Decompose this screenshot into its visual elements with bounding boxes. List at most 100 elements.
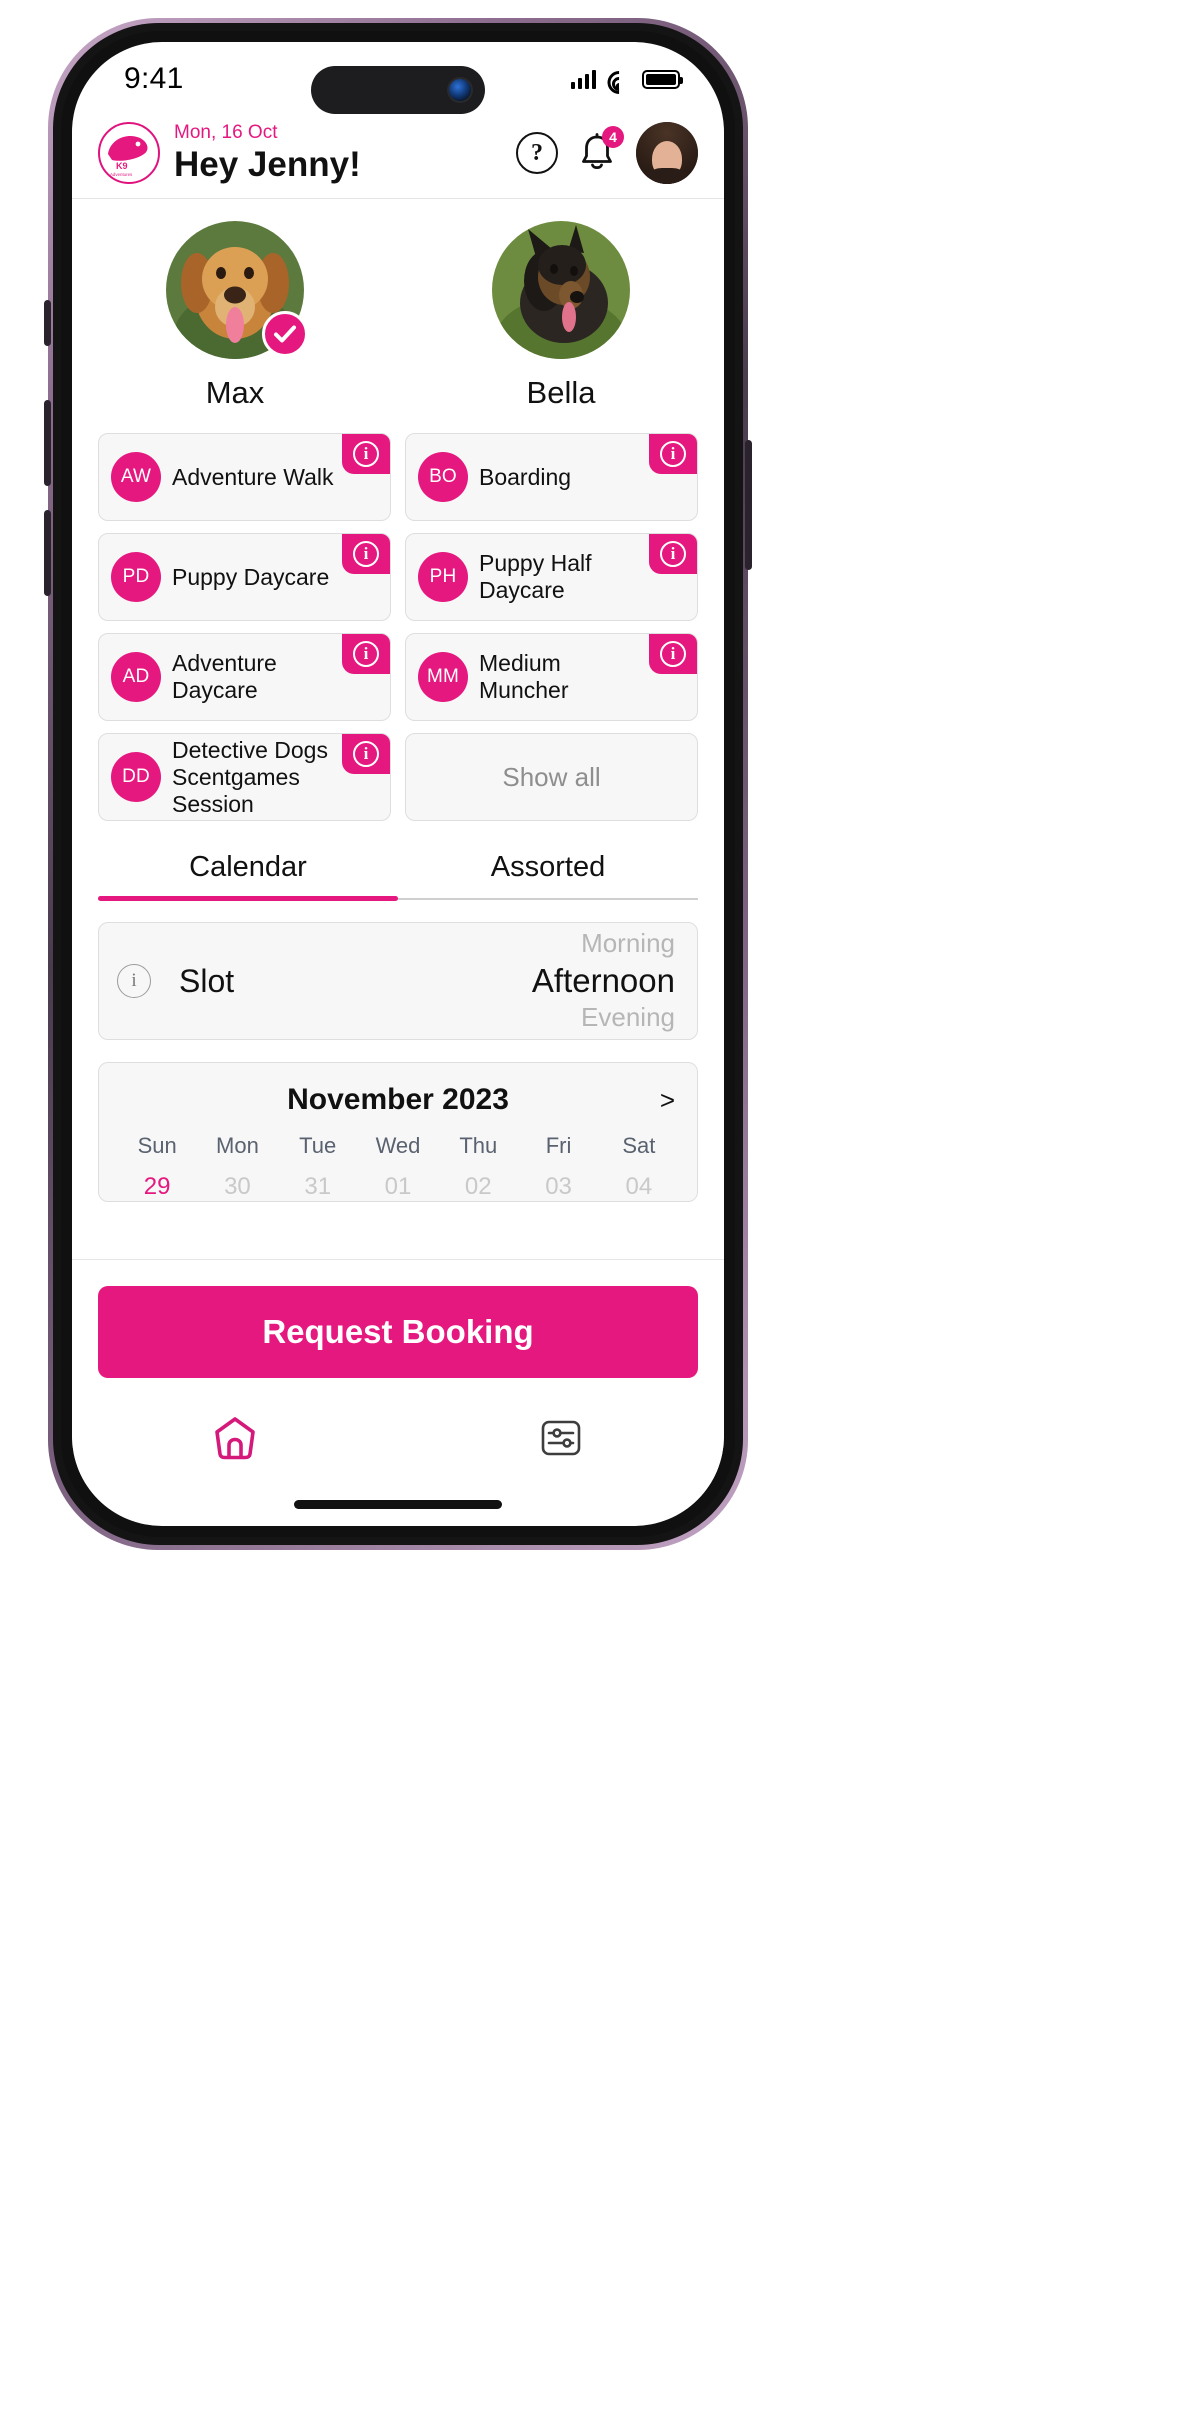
service-card[interactable]: DD Detective Dogs Scentgames Session i bbox=[98, 733, 391, 822]
calendar-dow: Tue bbox=[299, 1133, 337, 1159]
tab-calendar[interactable]: Calendar bbox=[98, 851, 398, 902]
notification-badge: 4 bbox=[602, 126, 624, 149]
k9-dog-logo[interactable]: K9 Adventures bbox=[98, 122, 160, 185]
calendar-dow: Fri bbox=[545, 1133, 572, 1159]
bottom-navigation bbox=[72, 1378, 724, 1474]
avatar[interactable] bbox=[636, 122, 698, 185]
calendar-day-cell[interactable]: 01 bbox=[358, 1167, 438, 1201]
service-initials: DD bbox=[111, 752, 161, 803]
screenshot-stage: 9:41 K9 Adventures Mon, 16 Oct Hey Jenny… bbox=[0, 0, 1196, 2410]
calendar-day-cell[interactable]: 02 bbox=[438, 1167, 518, 1201]
service-card[interactable]: PH Puppy Half Daycare i bbox=[405, 533, 698, 622]
svg-text:Adventures: Adventures bbox=[110, 172, 133, 177]
pet-photo-bella bbox=[492, 221, 630, 360]
service-card[interactable]: AD Adventure Daycare i bbox=[98, 633, 391, 722]
service-initials: PH bbox=[418, 552, 468, 603]
front-camera-icon bbox=[449, 79, 471, 101]
slot-option-morning[interactable]: Morning bbox=[581, 929, 675, 959]
info-icon[interactable]: i bbox=[649, 434, 697, 475]
calendar-dow: Mon bbox=[216, 1133, 259, 1159]
slot-label: Slot bbox=[179, 962, 235, 999]
header-actions: ? 4 bbox=[516, 122, 698, 185]
info-icon[interactable]: i bbox=[342, 634, 390, 675]
service-card[interactable]: BO Boarding i bbox=[405, 433, 698, 522]
slot-option-evening[interactable]: Evening bbox=[581, 1002, 675, 1033]
booking-tabs: Calendar Assorted bbox=[98, 851, 698, 902]
service-initials: MM bbox=[418, 652, 468, 703]
service-label: Boarding bbox=[479, 463, 572, 490]
info-icon[interactable]: i bbox=[117, 964, 151, 999]
app-header: K9 Adventures Mon, 16 Oct Hey Jenny! ? 4 bbox=[72, 116, 724, 200]
greeting-block: Mon, 16 Oct Hey Jenny! bbox=[174, 122, 516, 184]
info-icon[interactable]: i bbox=[342, 734, 390, 775]
service-grid: AW Adventure Walk i BO Boarding i PD Pup… bbox=[72, 417, 724, 825]
silence-switch[interactable] bbox=[44, 300, 51, 346]
slot-option-selected[interactable]: Afternoon bbox=[532, 962, 675, 1000]
main-content[interactable]: Max Bella AW Adventure Walk i BO Boardin… bbox=[72, 199, 724, 1259]
calendar-dow: Sat bbox=[622, 1133, 656, 1159]
calendar-card[interactable]: November 2023 > Sun Mon Tue Wed Thu Fri … bbox=[98, 1062, 698, 1203]
pet-item-bella[interactable]: Bella bbox=[398, 221, 724, 411]
calendar-day-cell[interactable]: 04 bbox=[599, 1167, 679, 1201]
pet-avatar[interactable] bbox=[492, 221, 630, 360]
info-icon[interactable]: i bbox=[649, 634, 697, 675]
bottom-area: Request Booking bbox=[72, 1259, 724, 1510]
slot-picker[interactable]: i Slot Morning Afternoon Evening bbox=[98, 922, 698, 1041]
status-bar: 9:41 bbox=[72, 42, 724, 116]
info-icon[interactable]: i bbox=[342, 534, 390, 575]
power-button[interactable] bbox=[745, 440, 752, 570]
pet-item-max[interactable]: Max bbox=[72, 221, 398, 411]
show-all-button[interactable]: Show all bbox=[405, 733, 698, 822]
wifi-icon bbox=[602, 66, 636, 99]
volume-down-button[interactable] bbox=[44, 510, 51, 596]
calendar-days-row: 29 30 31 01 02 03 04 bbox=[117, 1167, 679, 1201]
tab-assorted[interactable]: Assorted bbox=[398, 851, 698, 898]
service-initials: BO bbox=[418, 452, 468, 503]
battery-icon bbox=[642, 69, 683, 89]
status-indicators bbox=[570, 66, 683, 99]
page-title: Hey Jenny! bbox=[174, 144, 361, 184]
calendar-day-cell[interactable]: 30 bbox=[197, 1167, 277, 1201]
calendar-header: November 2023 > bbox=[117, 1083, 679, 1117]
question-mark-circle-icon[interactable]: ? bbox=[516, 132, 558, 175]
request-booking-button[interactable]: Request Booking bbox=[98, 1286, 698, 1379]
info-icon[interactable]: i bbox=[649, 534, 697, 575]
info-icon[interactable]: i bbox=[342, 434, 390, 475]
pet-name: Max bbox=[205, 375, 265, 411]
nav-item-home[interactable] bbox=[72, 1412, 398, 1464]
calendar-month-title: November 2023 bbox=[287, 1083, 509, 1117]
calendar-dow: Thu bbox=[459, 1133, 498, 1159]
service-label: Adventure Walk bbox=[172, 463, 334, 490]
notifications-button[interactable]: 4 bbox=[576, 126, 624, 175]
calendar-day-names: Sun Mon Tue Wed Thu Fri Sat bbox=[117, 1133, 679, 1159]
service-initials: AD bbox=[111, 652, 161, 703]
calendar-dow: Wed bbox=[375, 1133, 421, 1159]
home-icon bbox=[215, 1417, 255, 1460]
service-label: Puppy Daycare bbox=[172, 563, 330, 590]
home-indicator bbox=[294, 1500, 502, 1510]
dynamic-island bbox=[311, 66, 485, 114]
pet-avatar[interactable] bbox=[166, 221, 308, 360]
volume-up-button[interactable] bbox=[44, 400, 51, 486]
sliders-settings-icon bbox=[541, 1421, 581, 1456]
svg-text:K9: K9 bbox=[116, 161, 128, 171]
pet-selector: Max Bella bbox=[72, 199, 724, 417]
nav-item-settings[interactable] bbox=[398, 1412, 724, 1464]
status-clock: 9:41 bbox=[124, 62, 184, 95]
slot-wheel[interactable]: Morning Afternoon Evening bbox=[532, 923, 675, 1039]
phone-screen: 9:41 K9 Adventures Mon, 16 Oct Hey Jenny… bbox=[72, 42, 724, 1526]
service-initials: AW bbox=[111, 452, 161, 503]
service-card[interactable]: MM Medium Muncher i bbox=[405, 633, 698, 722]
pet-name: Bella bbox=[526, 375, 596, 411]
service-card[interactable]: AW Adventure Walk i bbox=[98, 433, 391, 522]
calendar-day-cell[interactable]: 31 bbox=[278, 1167, 358, 1201]
chevron-right-icon[interactable]: > bbox=[660, 1085, 675, 1116]
calendar-dow: Sun bbox=[137, 1133, 177, 1159]
cellular-bars-icon bbox=[570, 69, 596, 89]
calendar-day-cell[interactable]: 29 bbox=[117, 1167, 197, 1201]
calendar-day-cell[interactable]: 03 bbox=[518, 1167, 598, 1201]
service-card[interactable]: PD Puppy Daycare i bbox=[98, 533, 391, 622]
service-initials: PD bbox=[111, 552, 161, 603]
header-date: Mon, 16 Oct bbox=[174, 122, 278, 143]
check-circle-icon bbox=[262, 311, 308, 358]
